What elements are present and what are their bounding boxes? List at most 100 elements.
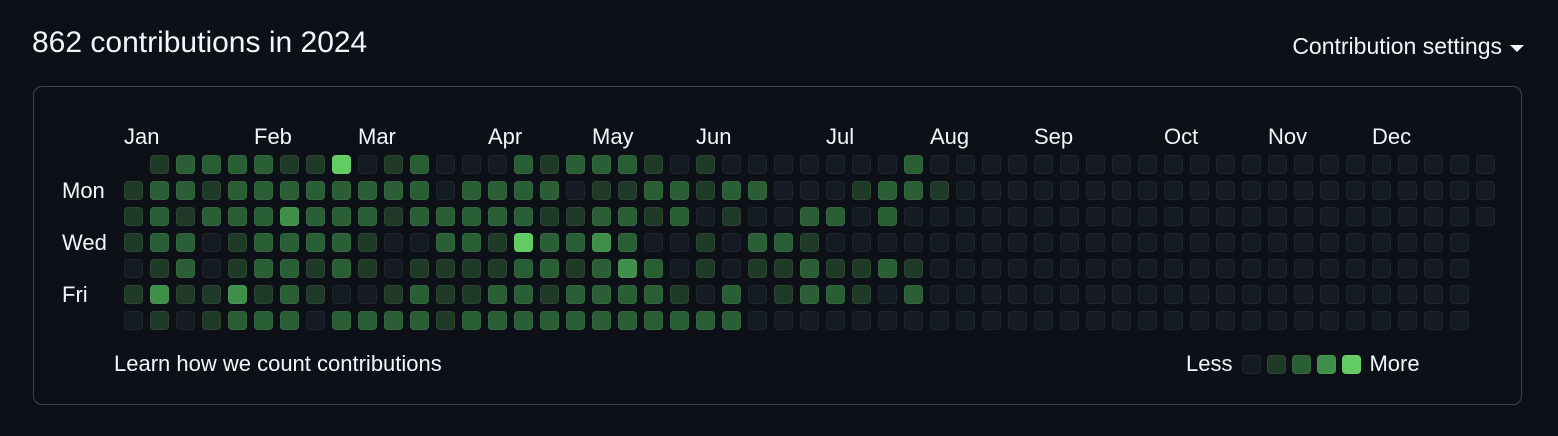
contribution-day-cell[interactable]	[592, 259, 611, 278]
contribution-day-cell[interactable]	[202, 259, 221, 278]
contribution-day-cell[interactable]	[1450, 155, 1469, 174]
contribution-day-cell[interactable]	[982, 233, 1001, 252]
contribution-day-cell[interactable]	[436, 285, 455, 304]
contribution-day-cell[interactable]	[124, 233, 143, 252]
contribution-day-cell[interactable]	[1060, 311, 1079, 330]
contribution-day-cell[interactable]	[1372, 259, 1391, 278]
contribution-day-cell[interactable]	[982, 155, 1001, 174]
contribution-day-cell[interactable]	[800, 207, 819, 226]
contribution-day-cell[interactable]	[462, 233, 481, 252]
contribution-day-cell[interactable]	[176, 155, 195, 174]
contribution-day-cell[interactable]	[904, 311, 923, 330]
contribution-day-cell[interactable]	[670, 311, 689, 330]
contribution-day-cell[interactable]	[228, 311, 247, 330]
contribution-day-cell[interactable]	[1320, 155, 1339, 174]
contribution-day-cell[interactable]	[1346, 233, 1365, 252]
contribution-day-cell[interactable]	[904, 233, 923, 252]
contribution-day-cell[interactable]	[488, 233, 507, 252]
contribution-day-cell[interactable]	[1398, 181, 1417, 200]
contribution-day-cell[interactable]	[852, 207, 871, 226]
contribution-day-cell[interactable]	[228, 181, 247, 200]
contribution-day-cell[interactable]	[306, 259, 325, 278]
contribution-day-cell[interactable]	[852, 311, 871, 330]
contribution-day-cell[interactable]	[384, 207, 403, 226]
contribution-day-cell[interactable]	[1112, 311, 1131, 330]
contribution-day-cell[interactable]	[306, 155, 325, 174]
contribution-day-cell[interactable]	[696, 285, 715, 304]
contribution-day-cell[interactable]	[1008, 181, 1027, 200]
contribution-day-cell[interactable]	[618, 155, 637, 174]
contribution-day-cell[interactable]	[280, 259, 299, 278]
contribution-day-cell[interactable]	[748, 233, 767, 252]
contribution-day-cell[interactable]	[696, 155, 715, 174]
contribution-day-cell[interactable]	[436, 155, 455, 174]
contribution-day-cell[interactable]	[384, 233, 403, 252]
contribution-day-cell[interactable]	[878, 259, 897, 278]
contribution-day-cell[interactable]	[1268, 233, 1287, 252]
contribution-day-cell[interactable]	[1294, 259, 1313, 278]
contribution-day-cell[interactable]	[462, 259, 481, 278]
contribution-day-cell[interactable]	[1164, 311, 1183, 330]
contribution-day-cell[interactable]	[904, 285, 923, 304]
contribution-day-cell[interactable]	[1138, 181, 1157, 200]
contribution-day-cell[interactable]	[592, 207, 611, 226]
contribution-day-cell[interactable]	[748, 259, 767, 278]
contribution-day-cell[interactable]	[1034, 259, 1053, 278]
contribution-day-cell[interactable]	[1190, 155, 1209, 174]
contribution-day-cell[interactable]	[1320, 259, 1339, 278]
contribution-day-cell[interactable]	[956, 285, 975, 304]
contribution-day-cell[interactable]	[410, 311, 429, 330]
contribution-day-cell[interactable]	[956, 311, 975, 330]
contribution-day-cell[interactable]	[1424, 285, 1443, 304]
contribution-day-cell[interactable]	[930, 155, 949, 174]
contribution-day-cell[interactable]	[514, 311, 533, 330]
contribution-day-cell[interactable]	[1164, 207, 1183, 226]
contribution-day-cell[interactable]	[670, 155, 689, 174]
contribution-day-cell[interactable]	[1398, 259, 1417, 278]
contribution-day-cell[interactable]	[748, 207, 767, 226]
contribution-day-cell[interactable]	[800, 259, 819, 278]
contribution-day-cell[interactable]	[1112, 285, 1131, 304]
contribution-day-cell[interactable]	[1242, 285, 1261, 304]
contribution-day-cell[interactable]	[956, 155, 975, 174]
contribution-day-cell[interactable]	[852, 233, 871, 252]
contribution-day-cell[interactable]	[280, 181, 299, 200]
contribution-day-cell[interactable]	[774, 155, 793, 174]
contribution-day-cell[interactable]	[202, 311, 221, 330]
contribution-day-cell[interactable]	[540, 181, 559, 200]
contribution-day-cell[interactable]	[514, 181, 533, 200]
contribution-day-cell[interactable]	[1190, 259, 1209, 278]
contribution-day-cell[interactable]	[332, 285, 351, 304]
contribution-day-cell[interactable]	[1060, 207, 1079, 226]
contribution-day-cell[interactable]	[956, 259, 975, 278]
contribution-day-cell[interactable]	[514, 259, 533, 278]
contribution-day-cell[interactable]	[1450, 259, 1469, 278]
contribution-day-cell[interactable]	[722, 285, 741, 304]
contribution-day-cell[interactable]	[1190, 207, 1209, 226]
contribution-day-cell[interactable]	[566, 233, 585, 252]
contribution-day-cell[interactable]	[826, 311, 845, 330]
contribution-day-cell[interactable]	[982, 285, 1001, 304]
contribution-day-cell[interactable]	[1190, 181, 1209, 200]
contribution-day-cell[interactable]	[592, 311, 611, 330]
contribution-day-cell[interactable]	[1216, 233, 1235, 252]
contribution-day-cell[interactable]	[670, 259, 689, 278]
contribution-day-cell[interactable]	[800, 311, 819, 330]
contribution-day-cell[interactable]	[176, 259, 195, 278]
contribution-day-cell[interactable]	[722, 259, 741, 278]
contribution-day-cell[interactable]	[826, 155, 845, 174]
contribution-day-cell[interactable]	[1086, 181, 1105, 200]
contribution-day-cell[interactable]	[1398, 207, 1417, 226]
contribution-day-cell[interactable]	[1346, 311, 1365, 330]
contribution-day-cell[interactable]	[722, 155, 741, 174]
contribution-day-cell[interactable]	[488, 311, 507, 330]
contribution-day-cell[interactable]	[644, 181, 663, 200]
contribution-day-cell[interactable]	[722, 233, 741, 252]
contribution-day-cell[interactable]	[332, 259, 351, 278]
contribution-day-cell[interactable]	[878, 207, 897, 226]
contribution-day-cell[interactable]	[800, 285, 819, 304]
contribution-day-cell[interactable]	[1346, 207, 1365, 226]
contribution-day-cell[interactable]	[774, 207, 793, 226]
contribution-day-cell[interactable]	[748, 155, 767, 174]
contribution-day-cell[interactable]	[306, 207, 325, 226]
